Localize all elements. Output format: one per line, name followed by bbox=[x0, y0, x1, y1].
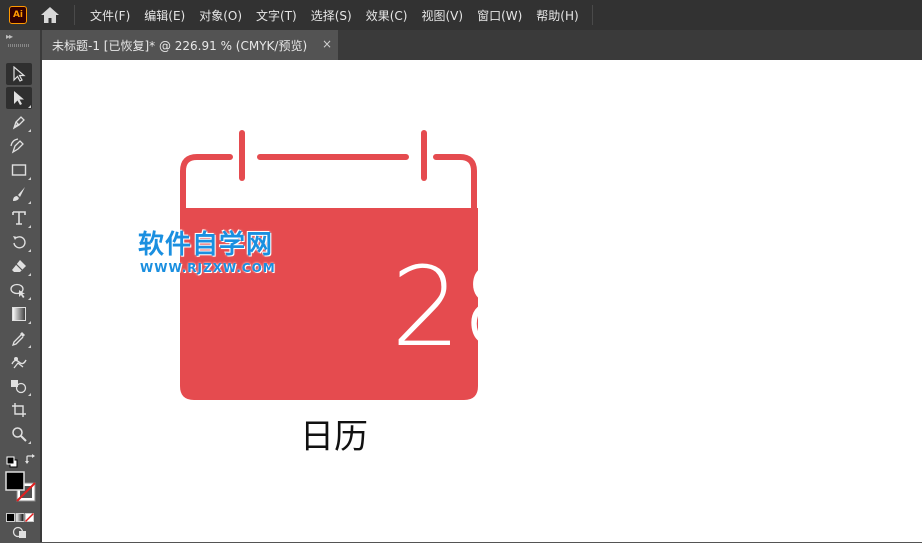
gradient-tool-icon[interactable] bbox=[6, 303, 32, 325]
curvature-tool-icon[interactable] bbox=[6, 135, 32, 157]
menu-view[interactable]: 视图(V) bbox=[414, 7, 470, 24]
tool-flyout-indicator bbox=[28, 129, 31, 132]
rectangle-tool-icon[interactable] bbox=[6, 159, 32, 181]
shape-builder-tool-icon[interactable] bbox=[6, 375, 32, 397]
app-logo: Ai bbox=[9, 6, 27, 24]
swap-colors-icon[interactable] bbox=[24, 452, 38, 466]
eyedropper-tool-icon[interactable] bbox=[6, 327, 32, 349]
app-logo-text: Ai bbox=[12, 10, 24, 20]
rotate-tool-icon[interactable] bbox=[6, 231, 32, 253]
calendar-caption: 日历 bbox=[300, 417, 368, 457]
menu-window[interactable]: 窗口(W) bbox=[470, 7, 529, 24]
menu-bar: Ai 文件(F) 编辑(E) 对象(O) 文字(T) 选择(S) 效果(C) 视… bbox=[0, 0, 922, 30]
tool-flyout-indicator bbox=[28, 249, 31, 252]
tool-flyout-indicator bbox=[28, 297, 31, 300]
eraser-tool-icon[interactable] bbox=[6, 255, 32, 277]
warp-tool-icon[interactable] bbox=[6, 279, 32, 301]
paintbrush-tool-icon[interactable] bbox=[6, 183, 32, 205]
pen-tool-icon[interactable] bbox=[6, 111, 32, 133]
home-icon[interactable] bbox=[38, 5, 62, 25]
panel-grip[interactable] bbox=[8, 44, 30, 47]
document-tab-bar: 未标题-1 [已恢复]* @ 226.91 % (CMYK/预览) × bbox=[42, 30, 922, 60]
panel-collapse-icon[interactable]: ▸▸ bbox=[6, 32, 13, 41]
close-icon[interactable]: × bbox=[322, 37, 332, 51]
menu-edit[interactable]: 编辑(E) bbox=[137, 7, 192, 24]
document-tab-title: 未标题-1 [已恢复]* @ 226.91 % (CMYK/预览) bbox=[52, 38, 308, 53]
tool-flyout-indicator bbox=[28, 321, 31, 324]
fill-stroke-swatch[interactable] bbox=[5, 471, 37, 503]
menu-type[interactable]: 文字(T) bbox=[249, 7, 304, 24]
tool-flyout-indicator bbox=[28, 105, 31, 108]
zoom-tool-icon[interactable] bbox=[6, 423, 32, 445]
tool-flyout-indicator bbox=[28, 441, 31, 444]
type-tool-icon[interactable] bbox=[6, 207, 32, 229]
menu-file[interactable]: 文件(F) bbox=[83, 7, 137, 24]
menu-help[interactable]: 帮助(H) bbox=[529, 7, 585, 24]
tool-flyout-indicator bbox=[28, 177, 31, 180]
menu-select[interactable]: 选择(S) bbox=[304, 7, 359, 24]
direct-selection-tool-icon[interactable] bbox=[6, 87, 32, 109]
watermark-url: WWW.RJZXW.COM bbox=[140, 261, 276, 275]
draw-mode-icon[interactable] bbox=[12, 524, 28, 538]
watermark-title: 软件自学网 bbox=[138, 230, 274, 260]
default-colors-icon[interactable] bbox=[6, 453, 18, 468]
menu-separator bbox=[74, 5, 75, 25]
artboard-tool-icon[interactable] bbox=[6, 399, 32, 421]
tool-flyout-indicator bbox=[28, 345, 31, 348]
tools-panel: ▸▸ bbox=[0, 30, 42, 542]
puppet-warp-tool-icon[interactable] bbox=[6, 351, 32, 373]
tool-flyout-indicator bbox=[28, 201, 31, 204]
menu-object[interactable]: 对象(O) bbox=[192, 7, 249, 24]
tool-flyout-indicator bbox=[28, 393, 31, 396]
menu-effect[interactable]: 效果(C) bbox=[359, 7, 415, 24]
color-mode-buttons[interactable] bbox=[6, 508, 35, 523]
tool-flyout-indicator bbox=[28, 225, 31, 228]
document-tab[interactable]: 未标题-1 [已恢复]* @ 226.91 % (CMYK/预览) × bbox=[42, 30, 338, 60]
tool-flyout-indicator bbox=[28, 273, 31, 276]
artboard-canvas[interactable]: 28 日历 软件自学网 WWW.RJZXW.COM bbox=[42, 60, 922, 542]
menu-separator bbox=[591, 5, 593, 25]
selection-tool-icon[interactable] bbox=[6, 63, 32, 85]
